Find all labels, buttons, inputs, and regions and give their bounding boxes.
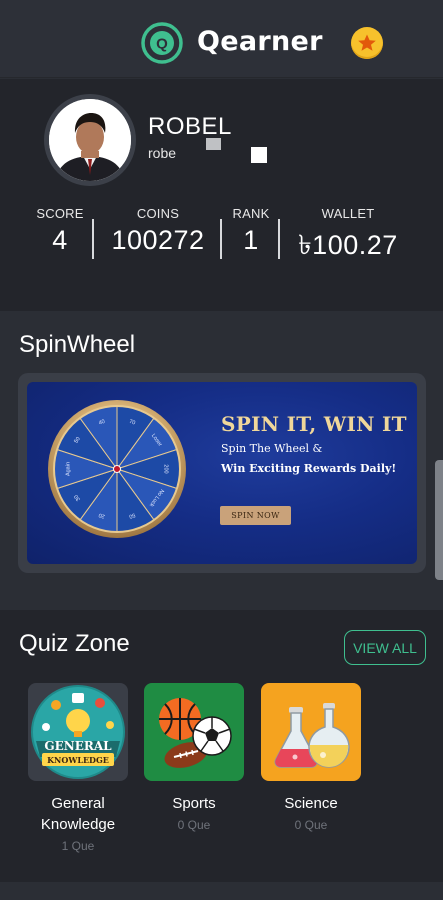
spinwheel-banner[interactable]: 70 Loser 200 No Luck 50 20 30 Again 50 40 SPIN IT… bbox=[27, 382, 417, 564]
category-count: 0 Que bbox=[177, 818, 211, 832]
category-name: Sports bbox=[172, 795, 216, 812]
banner-tagline: Win Exciting Rewards Daily! bbox=[221, 462, 397, 475]
category-count: 0 Que bbox=[294, 818, 328, 832]
stat-divider bbox=[92, 219, 94, 259]
category-science[interactable]: Science 0 Que bbox=[261, 683, 361, 832]
avatar-ring[interactable] bbox=[44, 94, 136, 186]
star-icon bbox=[358, 34, 376, 51]
profile-card: ROBEL robe SCORE 4 COINS 100272 RANK 1 W… bbox=[0, 79, 443, 311]
stat-rank: RANK 1 bbox=[227, 206, 275, 256]
scroll-handle[interactable] bbox=[435, 460, 443, 580]
section-title: Quiz Zone bbox=[19, 630, 130, 657]
sports-balls-icon bbox=[159, 698, 232, 768]
top-bar: Q Qearner bbox=[0, 0, 443, 78]
avatar-photo bbox=[49, 99, 131, 181]
stat-label: RANK bbox=[232, 206, 270, 221]
banner-headline: SPIN IT, WIN IT bbox=[221, 412, 407, 436]
star-coin-button[interactable] bbox=[351, 27, 383, 59]
science-flask-icon bbox=[274, 703, 350, 768]
stats-row: SCORE 4 COINS 100272 RANK 1 WALLET ৳100.… bbox=[20, 206, 420, 266]
category-name: General Knowledge bbox=[40, 795, 116, 833]
wheel-segment-label: Again bbox=[65, 462, 71, 476]
category-sports[interactable]: Sports 0 Que bbox=[144, 683, 244, 832]
avatar bbox=[49, 99, 131, 181]
gk-badge-line2: KNOWLEDGE bbox=[47, 755, 109, 765]
user-name: ROBEL bbox=[148, 113, 232, 140]
category-tile[interactable]: GENERAL KNOWLEDGE bbox=[28, 683, 128, 781]
stat-score: SCORE 4 bbox=[35, 206, 85, 256]
stat-wallet: WALLET ৳100.27 bbox=[288, 206, 408, 270]
overlay-square bbox=[206, 138, 221, 150]
bottom-strip bbox=[0, 882, 443, 900]
stat-label: SCORE bbox=[36, 206, 84, 221]
stat-value: 100272 bbox=[111, 225, 205, 255]
category-tile[interactable] bbox=[261, 683, 361, 781]
wheel-segment-label: 200 bbox=[163, 464, 169, 473]
general-knowledge-icon: GENERAL KNOWLEDGE bbox=[31, 685, 125, 779]
category-count: 1 Que bbox=[61, 839, 95, 853]
stat-label: WALLET bbox=[321, 206, 375, 221]
stat-divider bbox=[220, 219, 222, 259]
logo-letter: Q bbox=[156, 36, 168, 53]
spin-wheel-graphic: 70Loser200No Luck502030Again5040 bbox=[48, 400, 186, 538]
stat-divider bbox=[278, 219, 280, 259]
category-general-knowledge[interactable]: GENERAL KNOWLEDGE General Knowledge 1 Qu… bbox=[28, 683, 128, 853]
spinwheel-section: SpinWheel 70 Loser 200 No Luck 50 20 30 Again 50… bbox=[0, 312, 443, 602]
app-title: Qearner bbox=[197, 26, 323, 57]
overlay-square bbox=[251, 147, 267, 163]
section-title: SpinWheel bbox=[19, 331, 136, 358]
category-tile[interactable] bbox=[144, 683, 244, 781]
stat-coins: COINS 100272 bbox=[104, 206, 212, 256]
stat-value: ৳100.27 bbox=[298, 230, 398, 260]
stat-label: COINS bbox=[136, 206, 180, 221]
category-name: Science bbox=[284, 795, 338, 812]
spin-now-button[interactable]: SPIN NOW bbox=[220, 506, 291, 525]
banner-subtitle: Spin The Wheel & bbox=[221, 442, 323, 455]
view-all-button[interactable]: VIEW ALL bbox=[344, 630, 426, 665]
stat-value: 1 bbox=[243, 225, 259, 255]
quiz-zone-section: Quiz Zone VIEW ALL GENERAL KNOWLEDGE Gen… bbox=[0, 610, 443, 882]
spinwheel-banner-card[interactable]: 70 Loser 200 No Luck 50 20 30 Again 50 40 SPIN IT… bbox=[18, 373, 426, 573]
gk-badge-line1: GENERAL bbox=[44, 739, 112, 753]
qearner-logo-icon: Q bbox=[141, 22, 183, 64]
stat-value: 4 bbox=[52, 225, 68, 255]
user-handle: robe bbox=[148, 145, 177, 161]
